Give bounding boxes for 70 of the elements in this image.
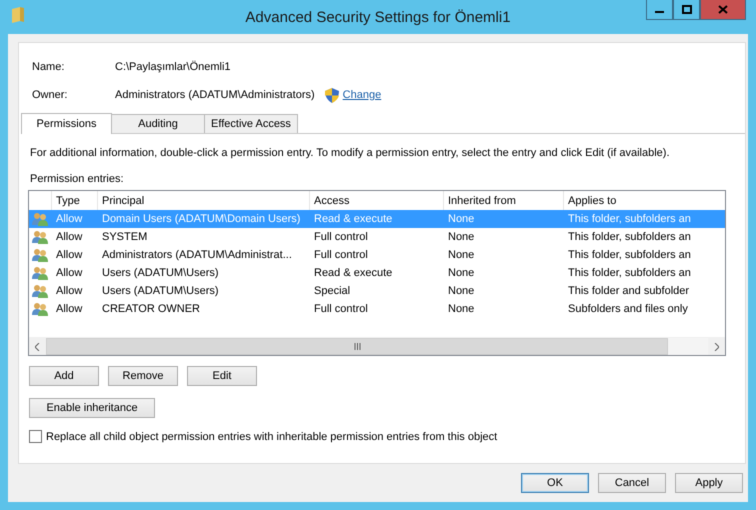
entries-label: Permission entries:	[30, 173, 125, 185]
users-icon	[32, 230, 48, 244]
minimize-button[interactable]	[646, 0, 673, 20]
table-cell-text: Full control	[313, 249, 369, 261]
grip-icon	[354, 343, 361, 350]
table-cell-text: Full control	[313, 231, 369, 243]
table-cell-text: None	[447, 285, 476, 297]
description-text: For additional information, double-click a permission entry. To modify a permission entry, select the entry and click Edit (if available).	[30, 147, 671, 159]
table-cell-text: Special	[313, 285, 352, 297]
table-cell-text: Full control	[313, 303, 369, 315]
tab[interactable]: Effective Access	[204, 114, 298, 133]
table-cell-text: Allow	[55, 303, 84, 315]
permission-row[interactable]: Allow Administrators (ADATUM\Administrat... Full control None This folder, subfolders an	[29, 246, 725, 264]
table-cell-text: None	[447, 213, 476, 225]
dialog-button[interactable]: OK	[521, 473, 589, 493]
close-button[interactable]	[700, 0, 746, 20]
users-icon	[32, 266, 48, 280]
replace-checkbox-label: Replace all child object permission entries with inheritable permission entries from this object	[46, 430, 498, 442]
table-cell-text: This folder and subfolder	[567, 285, 690, 297]
tab[interactable]: Permissions	[21, 113, 112, 134]
table-cell-text: Subfolders and files only	[567, 303, 689, 315]
table-cell-text: None	[447, 267, 476, 279]
users-icon	[32, 302, 48, 316]
table-cell-text: Read & execute	[313, 213, 394, 225]
change-link[interactable]: Change	[342, 89, 382, 101]
owner-label: Owner:	[32, 89, 68, 101]
table-cell-text: CREATOR OWNER	[101, 303, 201, 315]
dialog-button[interactable]: Cancel	[598, 473, 666, 493]
table-cell-text: SYSTEM	[101, 231, 148, 243]
horizontal-scrollbar[interactable]	[29, 337, 725, 355]
name-label: Name:	[32, 61, 66, 73]
table-cell-text: Administrators (ADATUM\Administrat...	[101, 249, 293, 261]
owner-value: Administrators (ADATUM\Administrators)	[115, 89, 315, 101]
list-action-button[interactable]: Add	[29, 366, 99, 386]
permission-row[interactable]: Allow Users (ADATUM\Users) Special None This folder and subfolder	[29, 282, 725, 300]
tab[interactable]: Auditing	[111, 114, 205, 133]
users-icon	[32, 284, 48, 298]
table-cell-text: Allow	[55, 267, 84, 279]
table-cell-text: Domain Users (ADATUM\Domain Users)	[101, 213, 302, 225]
enable-inheritance-button[interactable]: Enable inheritance	[29, 398, 155, 418]
table-cell-text: Allow	[55, 285, 84, 297]
table-cell-text: This folder, subfolders an	[567, 249, 692, 261]
folder-icon	[12, 7, 24, 23]
table-cell-text: This folder, subfolders an	[567, 267, 692, 279]
window-title: Advanced Security Settings for Önemli1	[245, 9, 511, 26]
permission-row[interactable]: Allow SYSTEM Full control None This folder, subfolders an	[29, 228, 725, 246]
table-cell-text: This folder, subfolders an	[567, 231, 692, 243]
permission-row[interactable]: Allow Users (ADATUM\Users) Read & execute None This folder, subfolders an	[29, 264, 725, 282]
list-action-button[interactable]: Remove	[108, 366, 178, 386]
maximize-icon	[682, 5, 692, 14]
table-cell-text: Users (ADATUM\Users)	[101, 285, 220, 297]
table-cell-text: Read & execute	[313, 267, 394, 279]
table-cell-text: Allow	[55, 231, 84, 243]
users-icon	[32, 248, 48, 262]
list-action-button[interactable]: Edit	[187, 366, 257, 386]
shield-icon	[324, 88, 339, 102]
table-cell-text: Allow	[55, 249, 84, 261]
users-icon	[32, 212, 48, 226]
close-icon	[718, 5, 728, 14]
table-cell-text: None	[447, 231, 476, 243]
name-value: C:\Paylaşımlar\Önemli1	[115, 61, 231, 73]
table-cell-text: Allow	[55, 213, 84, 225]
replace-checkbox[interactable]	[29, 430, 42, 443]
table-cell-text: None	[447, 303, 476, 315]
permission-row[interactable]: Allow CREATOR OWNER Full control None Subfolders and files only	[29, 300, 725, 318]
table-cell-text: Users (ADATUM\Users)	[101, 267, 220, 279]
maximize-button[interactable]	[673, 0, 700, 20]
dialog-button[interactable]: Apply	[675, 473, 743, 493]
table-cell-text: None	[447, 249, 476, 261]
table-cell-text: This folder, subfolders an	[567, 213, 692, 225]
